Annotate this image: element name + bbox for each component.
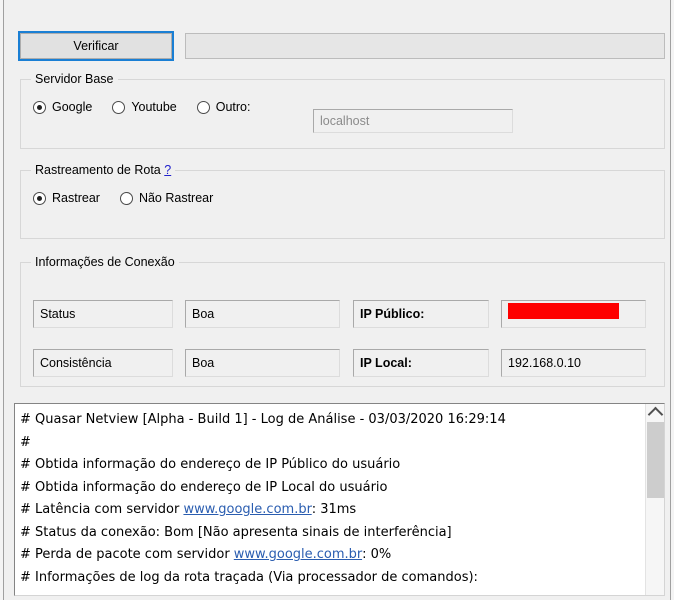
consistencia-value-field: Boa (185, 349, 340, 377)
radio-dot-icon (33, 191, 46, 205)
radio-youtube[interactable]: Youtube (112, 100, 177, 114)
log-line: # Obtida informação do endereço de IP Lo… (20, 479, 388, 495)
radio-dot-icon (196, 100, 210, 114)
app-window: Verificar Servidor Base Google Youtube O… (0, 0, 674, 600)
log-line: # Informações de log da rota traçada (Vi… (20, 569, 478, 585)
radio-dot-icon (119, 191, 133, 205)
log-line: # Status da conexão: Bom [Não apresenta … (20, 524, 452, 540)
radio-outro-label: Outro: (215, 100, 251, 114)
ip-local-value-field: 192.168.0.10 (501, 349, 646, 377)
rastreamento-rota-label: Rastreamento de Rota (35, 163, 161, 177)
scrollbar-thumb[interactable] (647, 422, 664, 498)
ip-publico-label-field: IP Público: (353, 300, 489, 328)
ip-publico-redaction-bar (508, 303, 619, 319)
radio-nao-rastrear[interactable]: Não Rastrear (119, 191, 214, 205)
log-line: # Quasar Netview [Alpha - Build 1] - Log… (20, 412, 506, 427)
consistencia-label-field: Consistência (33, 349, 173, 377)
log-line: # Latência com servidor www.google.com.b… (20, 502, 357, 517)
radio-dot-icon (33, 100, 46, 114)
status-label-field: Status (33, 300, 173, 328)
radio-dot-icon (112, 100, 126, 114)
log-link[interactable]: www.google.com.br (183, 502, 311, 517)
analysis-progress-bar (185, 33, 665, 59)
log-line: # (20, 434, 31, 450)
log-line: # Obtida informação do endereço de IP Pú… (20, 457, 401, 472)
help-link[interactable]: ? (164, 163, 171, 177)
radio-nao-rastrear-label: Não Rastrear (138, 191, 214, 205)
radio-rastrear-label: Rastrear (52, 191, 100, 205)
window-frame-right (670, 0, 671, 600)
radio-google-label: Google (52, 100, 93, 114)
window-frame-left (3, 0, 4, 600)
servidor-base-radio-row: Google Youtube Outro: (33, 100, 271, 114)
radio-youtube-label: Youtube (131, 100, 177, 114)
verify-button[interactable]: Verificar (20, 33, 172, 59)
radio-rastrear[interactable]: Rastrear (33, 191, 100, 205)
rastreamento-radio-row: Rastrear Não Rastrear (33, 191, 233, 205)
ip-local-label-field: IP Local: (353, 349, 489, 377)
analysis-log-box[interactable]: # Quasar Netview [Alpha - Build 1] - Log… (14, 403, 665, 596)
radio-google[interactable]: Google (33, 100, 92, 114)
outro-host-input[interactable]: localhost (313, 109, 513, 133)
informacoes-conexao-title: Informações de Conexão (31, 255, 179, 269)
status-value-field: Boa (185, 300, 340, 328)
rastreamento-rota-group: Rastreamento de Rota ? Rastrear Não Rast… (20, 163, 665, 239)
chevron-up-icon[interactable] (646, 404, 664, 423)
rastreamento-rota-title: Rastreamento de Rota ? (31, 163, 176, 177)
log-link[interactable]: www.google.com.br (234, 547, 362, 562)
analysis-log-text: # Quasar Netview [Alpha - Build 1] - Log… (20, 409, 642, 589)
log-vertical-scrollbar[interactable] (645, 404, 664, 595)
radio-outro[interactable]: Outro: (196, 100, 251, 114)
log-line: # Perda de pacote com servidor www.googl… (20, 547, 392, 562)
servidor-base-title: Servidor Base (31, 72, 118, 86)
